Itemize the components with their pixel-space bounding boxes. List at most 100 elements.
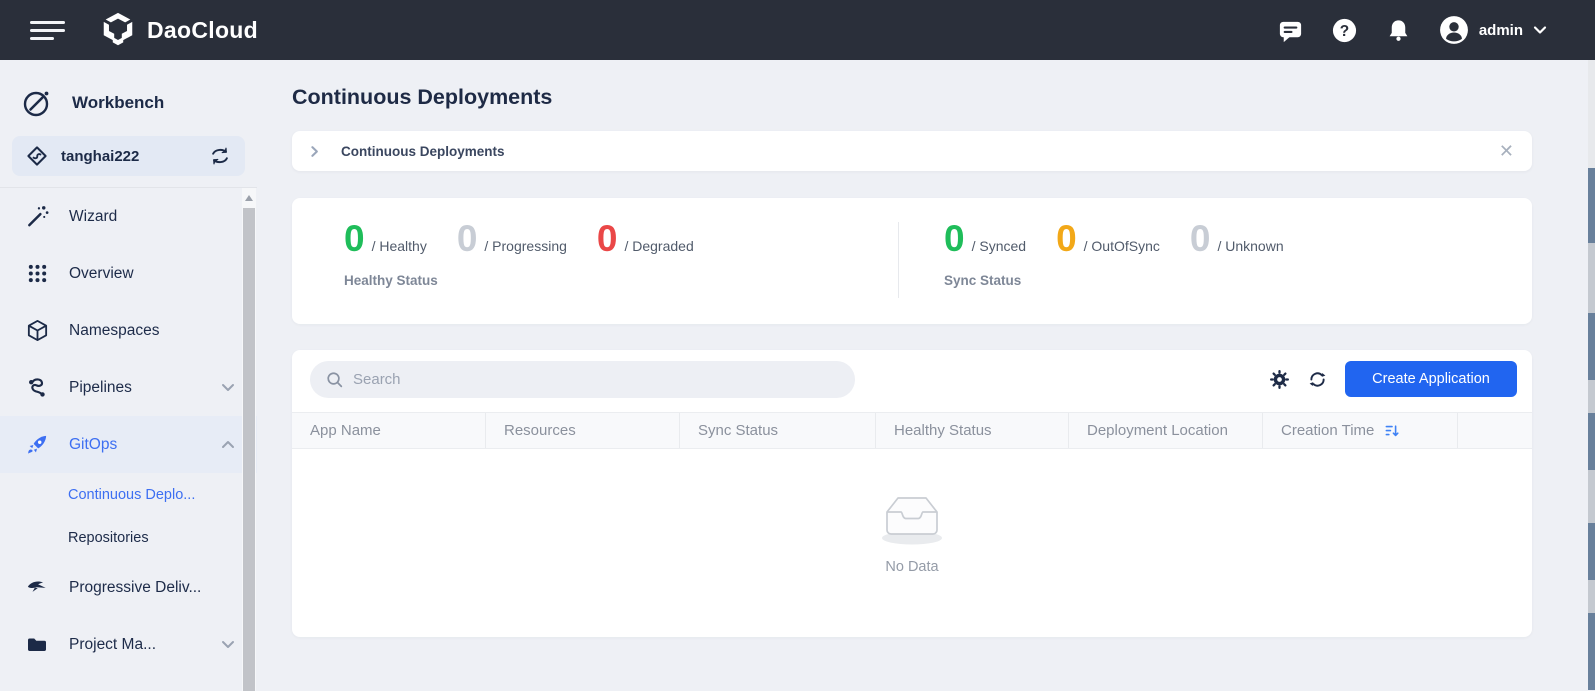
sidebar: Workbench tanghai222 xyxy=(0,60,257,690)
bird-icon xyxy=(24,575,50,600)
empty-state-text: No Data xyxy=(292,559,1532,575)
column-header-actions xyxy=(1458,413,1532,448)
page-title: Continuous Deployments xyxy=(292,85,1532,110)
empty-inbox-icon xyxy=(873,489,951,547)
search-box xyxy=(310,361,855,398)
workbench-icon xyxy=(22,88,52,118)
sidebar-section: Workbench xyxy=(0,85,257,121)
brand-cube-icon xyxy=(99,11,137,49)
sidebar-item-label: Wizard xyxy=(69,208,117,226)
stat-value: 0 xyxy=(344,223,365,256)
scrollbar-up-arrow[interactable] xyxy=(245,195,253,201)
sidebar-item-label: GitOps xyxy=(69,436,117,454)
chevron-up-icon xyxy=(221,440,235,449)
workspace-name: tanghai222 xyxy=(61,148,139,165)
chat-icon[interactable] xyxy=(1277,17,1304,44)
stat-outofsync: 0 / OutOfSync xyxy=(1056,223,1160,256)
stat-label: / Progressing xyxy=(484,238,566,256)
sidebar-item-progressive-delivery[interactable]: Progressive Deliv... xyxy=(0,559,257,616)
sidebar-section-label: Workbench xyxy=(72,93,164,113)
close-icon[interactable]: ✕ xyxy=(1499,142,1514,160)
user-menu[interactable]: admin xyxy=(1439,15,1547,45)
stat-value: 0 xyxy=(1056,223,1077,256)
sidebar-item-namespaces[interactable]: Namespaces xyxy=(0,302,257,359)
stat-value: 0 xyxy=(1190,223,1211,256)
column-header-healthy-status[interactable]: Healthy Status xyxy=(876,413,1069,448)
switch-workspace-icon[interactable] xyxy=(209,145,231,167)
pipeline-icon xyxy=(24,375,50,400)
folder-icon xyxy=(24,633,50,657)
workspace-icon xyxy=(26,145,48,167)
rocket-icon xyxy=(24,432,50,457)
stat-label: / Degraded xyxy=(624,238,693,256)
stat-label: / Synced xyxy=(972,238,1026,256)
search-icon xyxy=(325,370,344,389)
column-header-deployment-location[interactable]: Deployment Location xyxy=(1069,413,1263,448)
menu-icon[interactable] xyxy=(30,21,65,40)
column-header-resources[interactable]: Resources xyxy=(486,413,680,448)
avatar-icon xyxy=(1439,15,1469,45)
sidebar-item-label: Project Ma... xyxy=(69,636,156,654)
healthy-status-group: 0 / Healthy 0 / Progressing 0 / Degraded… xyxy=(344,223,694,288)
sort-descending-icon[interactable] xyxy=(1384,423,1400,439)
chevron-down-icon xyxy=(221,383,235,392)
refresh-icon[interactable] xyxy=(1307,369,1328,390)
sidebar-item-label: Overview xyxy=(69,265,134,283)
brand: DaoCloud xyxy=(99,11,258,49)
column-header-label: Creation Time xyxy=(1281,422,1374,439)
gear-icon[interactable] xyxy=(1269,369,1290,390)
sidebar-menu: Wizard Overview Namespaces xyxy=(0,188,257,691)
background-window-sliver xyxy=(1588,60,1595,690)
sync-status-group-label: Sync Status xyxy=(944,273,1284,288)
stat-progressing: 0 / Progressing xyxy=(457,223,567,256)
workspace-selector[interactable]: tanghai222 xyxy=(12,136,245,176)
topbar: DaoCloud ? xyxy=(0,0,1595,60)
sidebar-item-label: Pipelines xyxy=(69,379,132,397)
main-content: Continuous Deployments Continuous Deploy… xyxy=(257,60,1588,690)
help-icon[interactable]: ? xyxy=(1331,17,1358,44)
healthy-status-group-label: Healthy Status xyxy=(344,273,694,288)
stat-value: 0 xyxy=(597,223,618,256)
stat-label: / Healthy xyxy=(372,238,427,256)
stat-value: 0 xyxy=(457,223,478,256)
table-header: App Name Resources Sync Status Healthy S… xyxy=(292,412,1532,449)
stat-healthy: 0 / Healthy xyxy=(344,223,427,256)
column-header-app-name[interactable]: App Name xyxy=(292,413,486,448)
column-header-creation-time[interactable]: Creation Time xyxy=(1263,413,1458,448)
stat-degraded: 0 / Degraded xyxy=(597,223,694,256)
stat-unknown: 0 / Unknown xyxy=(1190,223,1284,256)
status-summary-card: 0 / Healthy 0 / Progressing 0 / Degraded… xyxy=(292,198,1532,324)
brand-name: DaoCloud xyxy=(147,17,258,44)
tab-bar: Continuous Deployments ✕ xyxy=(292,131,1532,171)
tab-continuous-deployments[interactable]: Continuous Deployments xyxy=(341,144,505,159)
sidebar-item-overview[interactable]: Overview xyxy=(0,245,257,302)
chevron-right-icon[interactable] xyxy=(308,145,321,158)
wand-icon xyxy=(24,204,50,229)
empty-state: No Data xyxy=(292,489,1532,575)
scrollbar-thumb[interactable] xyxy=(243,208,255,691)
sidebar-item-label: Namespaces xyxy=(69,322,159,340)
user-name: admin xyxy=(1479,22,1523,39)
bell-icon[interactable] xyxy=(1385,17,1412,44)
sidebar-item-continuous-deployments[interactable]: Continuous Deplo... xyxy=(0,473,257,516)
stat-label: / OutOfSync xyxy=(1084,238,1160,256)
sidebar-item-repositories[interactable]: Repositories xyxy=(0,516,257,559)
sidebar-scrollbar[interactable] xyxy=(242,188,256,691)
sidebar-item-wizard[interactable]: Wizard xyxy=(0,188,257,245)
sidebar-item-project-management[interactable]: Project Ma... xyxy=(0,616,257,673)
topbar-actions: ? admin xyxy=(1277,15,1547,45)
search-input[interactable] xyxy=(353,371,840,388)
create-application-button[interactable]: Create Application xyxy=(1345,361,1517,397)
table-toolbar: Create Application xyxy=(1269,361,1517,397)
stat-label: / Unknown xyxy=(1217,238,1283,256)
chevron-down-icon xyxy=(1533,25,1547,35)
sync-status-group: 0 / Synced 0 / OutOfSync 0 / Unknown Syn… xyxy=(944,223,1284,288)
stats-divider xyxy=(898,222,899,298)
svg-text:?: ? xyxy=(1340,22,1349,39)
stat-synced: 0 / Synced xyxy=(944,223,1026,256)
column-header-sync-status[interactable]: Sync Status xyxy=(680,413,876,448)
cube-icon xyxy=(24,318,50,343)
sidebar-item-gitops[interactable]: GitOps xyxy=(0,416,257,473)
sidebar-item-pipelines[interactable]: Pipelines xyxy=(0,359,257,416)
stat-value: 0 xyxy=(944,223,965,256)
